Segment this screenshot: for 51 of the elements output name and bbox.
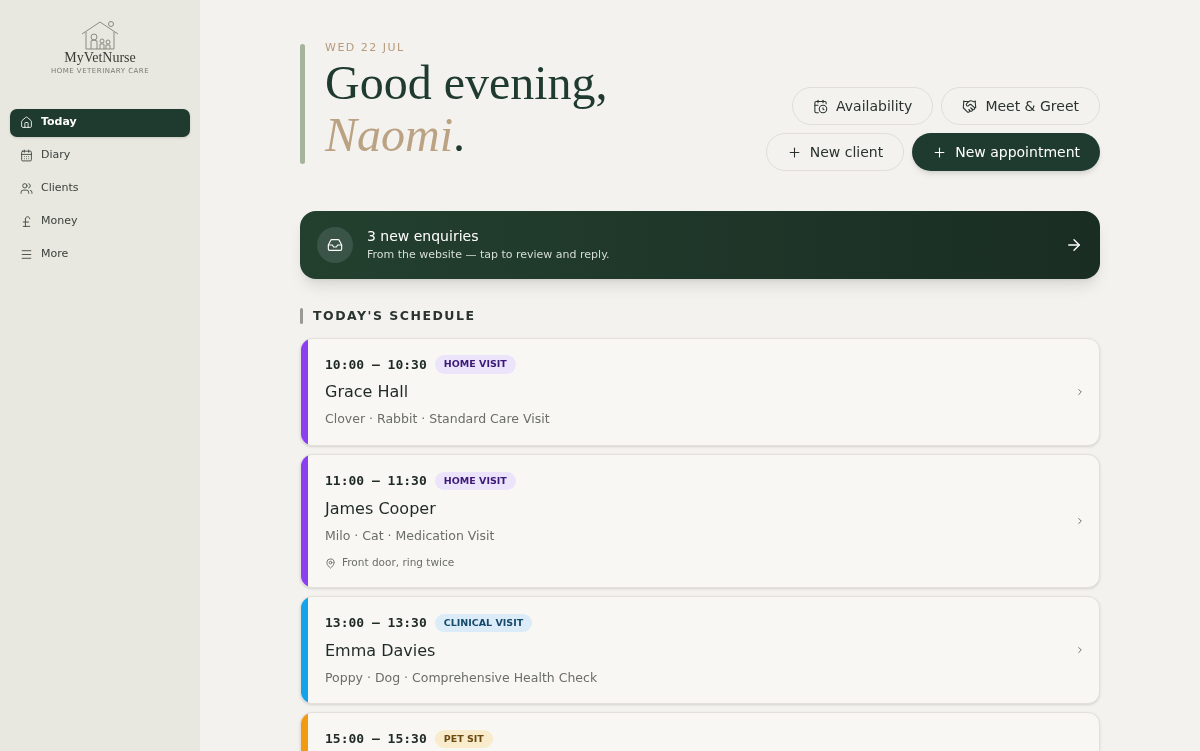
appointment-details: Milo · Cat · Medication Visit — [325, 526, 496, 545]
user-name-heading: Naomi. — [325, 108, 465, 161]
visit-type-tag: PET SIT — [434, 729, 493, 749]
section-heading: TODAY'S SCHEDULE — [313, 307, 476, 325]
greeting-heading: Good evening, — [325, 56, 608, 109]
visit-type-tag: HOME VISIT — [434, 355, 516, 374]
plus-icon — [932, 144, 948, 160]
banner-subtitle: From the website — tap to review and reply. — [367, 247, 611, 264]
calendar-clock-icon — [813, 98, 829, 114]
nav-item[interactable]: Today — [10, 108, 190, 137]
time-range: 10:00 – 10:30 — [325, 355, 427, 374]
client-name: Emma Davies — [325, 639, 437, 662]
appointment-card[interactable]: 13:00 – 13:30 CLINICAL VISIT Emma Davies Poppy · Dog · Comprehensive Health Check — [300, 596, 1100, 705]
menu-icon — [20, 248, 33, 261]
nav-item[interactable]: More — [10, 240, 190, 269]
arrow-right-icon — [1065, 236, 1083, 254]
client-name: Grace Hall — [325, 381, 410, 404]
nav-item[interactable]: Money — [10, 207, 190, 236]
pound-icon — [20, 215, 33, 228]
action-button[interactable]: Availability — [792, 87, 934, 125]
nav-item[interactable]: Diary — [10, 141, 190, 170]
new-appointment-button[interactable]: New appointment — [912, 133, 1100, 171]
chevron-right-icon — [1075, 386, 1085, 397]
calendar-icon — [20, 149, 33, 162]
banner-title: 3 new enquiries — [367, 227, 480, 247]
action-button[interactable]: Meet & Greet — [941, 87, 1100, 125]
time-range: 15:00 – 15:30 — [325, 730, 427, 749]
map-pin-icon — [325, 557, 336, 569]
house-icon — [20, 116, 33, 129]
handshake-icon — [962, 98, 978, 114]
client-name: James Cooper — [325, 497, 437, 520]
appointment-details: Poppy · Dog · Comprehensive Health Check — [325, 668, 599, 687]
appointment-details: Clover · Rabbit · Standard Care Visit — [325, 410, 551, 429]
nav-item[interactable]: Clients — [10, 174, 190, 203]
appointment-card[interactable]: 11:00 – 11:30 HOME VISIT James Cooper Milo · Cat · Medication Visit Front door, ring twice — [300, 454, 1100, 588]
logo-wordmark: MyVetNurse — [64, 50, 136, 66]
users-icon — [20, 182, 33, 195]
time-range: 13:00 – 13:30 — [325, 614, 427, 632]
time-range: 11:00 – 11:30 — [325, 472, 427, 490]
appointment-card[interactable]: 10:00 – 10:30 HOME VISIT Grace Hall Clover · Rabbit · Standard Care Visit — [300, 337, 1100, 446]
action-button[interactable]: New client — [765, 133, 905, 171]
chevron-right-icon — [1075, 516, 1085, 526]
access-note: Front door, ring twice — [342, 555, 455, 571]
plus-icon — [786, 144, 802, 160]
visit-type-tag: CLINICAL VISIT — [434, 613, 533, 632]
date-label: WED 22 JUL — [325, 40, 406, 56]
visit-type-tag: HOME VISIT — [434, 471, 516, 490]
enquiries-banner[interactable]: 3 new enquiries From the website — tap to review and reply. — [300, 211, 1100, 279]
appointment-card[interactable]: 15:00 – 15:30 PET SIT — [300, 712, 1100, 751]
inbox-icon — [327, 237, 343, 253]
chevron-right-icon — [1075, 645, 1085, 656]
